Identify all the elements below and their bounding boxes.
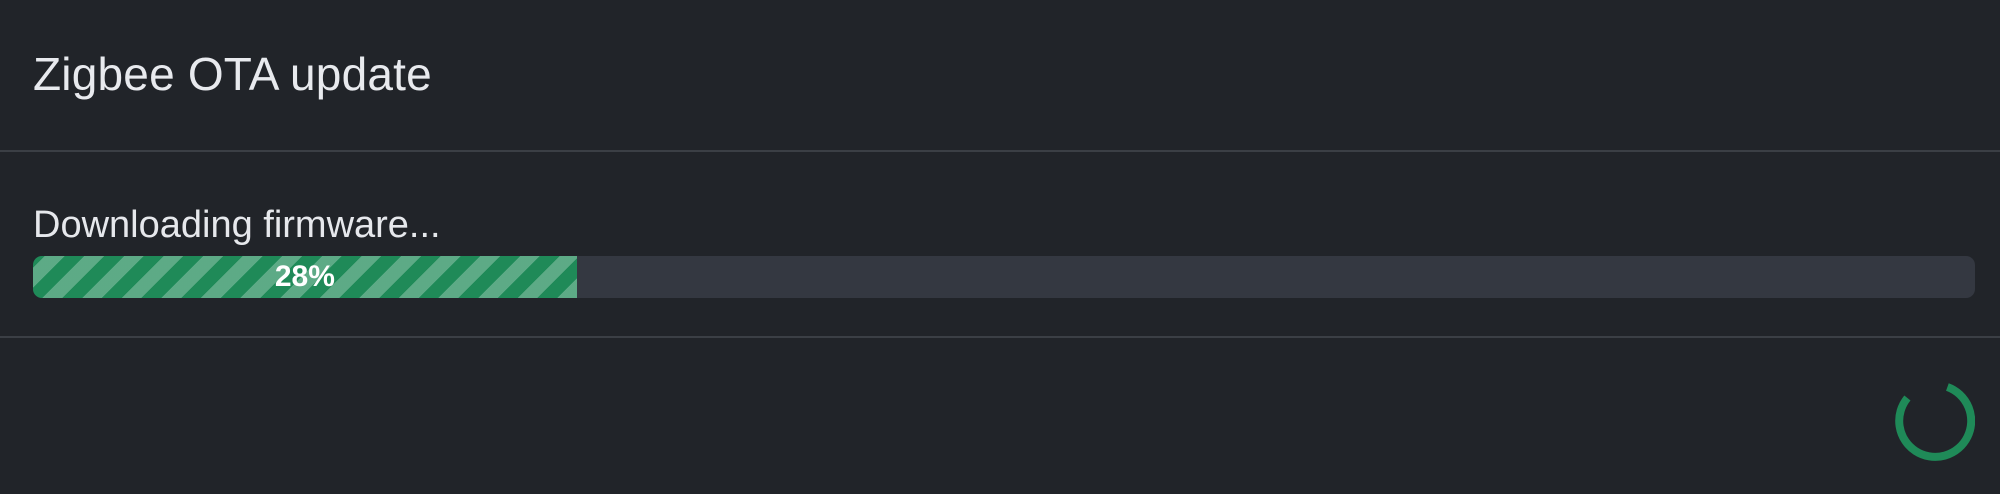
dialog-footer [0, 338, 2000, 494]
progress-bar: 28% [33, 256, 1975, 298]
progress-label: 28% [274, 260, 335, 293]
dialog-title: Zigbee OTA update [33, 48, 432, 100]
status-text: Downloading firmware... [33, 204, 441, 246]
dialog-body: Downloading firmware... 28% [0, 152, 2000, 338]
ota-update-dialog: Zigbee OTA update Downloading firmware..… [0, 0, 2000, 494]
dialog-header: Zigbee OTA update [0, 0, 2000, 152]
loading-spinner-icon [1895, 383, 1975, 461]
